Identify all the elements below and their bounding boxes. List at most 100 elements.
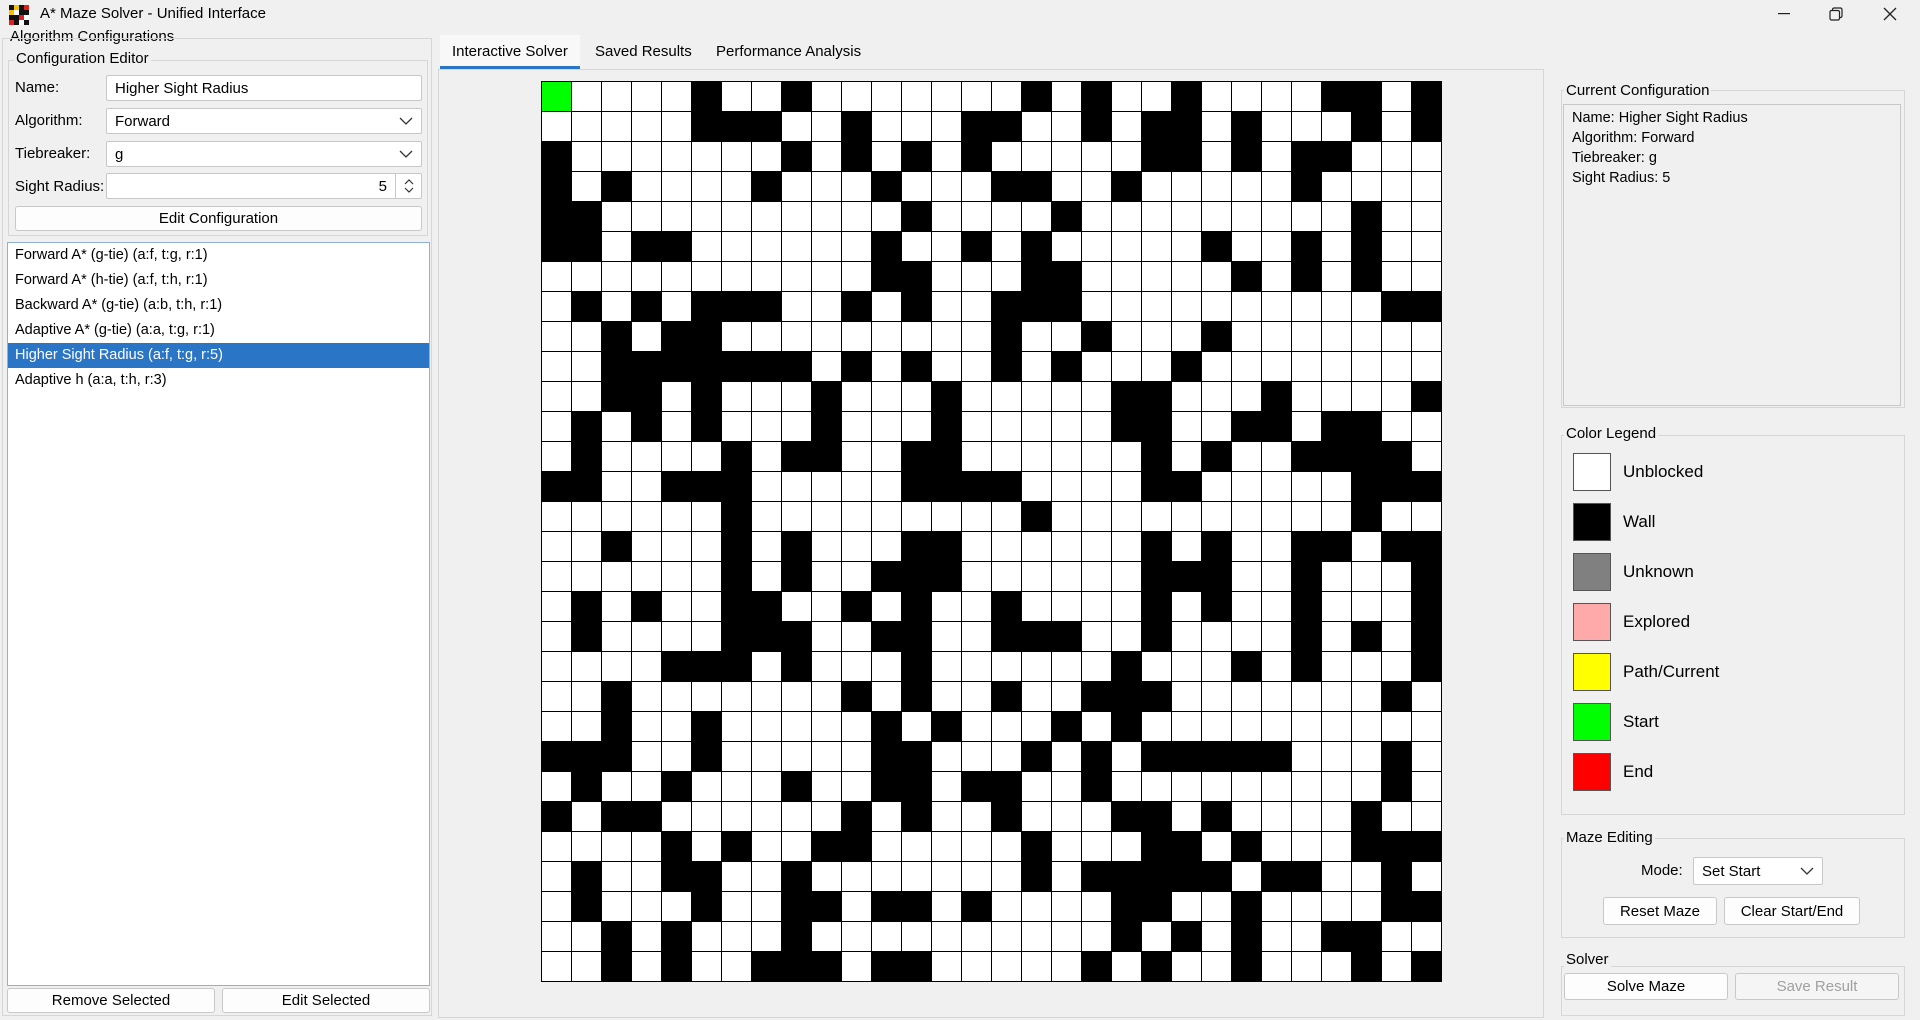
- maze-cell-open[interactable]: [1142, 292, 1171, 321]
- maze-cell-open[interactable]: [1082, 382, 1111, 411]
- maze-cell-open[interactable]: [542, 562, 571, 591]
- maze-cell-wall[interactable]: [992, 112, 1021, 141]
- maze-cell-wall[interactable]: [572, 742, 601, 771]
- maze-cell-open[interactable]: [542, 682, 571, 711]
- maze-cell-open[interactable]: [1052, 742, 1081, 771]
- maze-cell-open[interactable]: [902, 412, 931, 441]
- maze-cell-open[interactable]: [1112, 772, 1141, 801]
- maze-cell-open[interactable]: [1112, 202, 1141, 231]
- maze-cell-open[interactable]: [1112, 322, 1141, 351]
- maze-cell-open[interactable]: [1322, 772, 1351, 801]
- maze-cell-open[interactable]: [1202, 82, 1231, 111]
- maze-cell-open[interactable]: [1352, 682, 1381, 711]
- maze-cell-open[interactable]: [662, 682, 691, 711]
- maze-cell-wall[interactable]: [992, 292, 1021, 321]
- maze-cell-wall[interactable]: [1172, 562, 1201, 591]
- maze-cell-wall[interactable]: [932, 412, 961, 441]
- maze-cell-wall[interactable]: [602, 172, 631, 201]
- maze-cell-wall[interactable]: [1352, 952, 1381, 981]
- maze-cell-open[interactable]: [542, 592, 571, 621]
- maze-cell-wall[interactable]: [722, 472, 751, 501]
- maze-cell-open[interactable]: [932, 622, 961, 651]
- maze-cell-open[interactable]: [1052, 232, 1081, 261]
- maze-cell-open[interactable]: [1322, 292, 1351, 321]
- maze-cell-wall[interactable]: [692, 652, 721, 681]
- maze-cell-open[interactable]: [602, 442, 631, 471]
- maze-cell-open[interactable]: [722, 802, 751, 831]
- maze-cell-wall[interactable]: [572, 892, 601, 921]
- maze-cell-wall[interactable]: [902, 772, 931, 801]
- maze-cell-open[interactable]: [1232, 502, 1261, 531]
- maze-cell-wall[interactable]: [1352, 472, 1381, 501]
- maze-cell-open[interactable]: [1142, 712, 1171, 741]
- maze-cell-wall[interactable]: [872, 772, 901, 801]
- maze-cell-wall[interactable]: [902, 532, 931, 561]
- maze-cell-open[interactable]: [872, 502, 901, 531]
- maze-cell-open[interactable]: [692, 232, 721, 261]
- maze-cell-wall[interactable]: [872, 232, 901, 261]
- maze-cell-open[interactable]: [602, 562, 631, 591]
- maze-cell-open[interactable]: [542, 622, 571, 651]
- maze-cell-open[interactable]: [1052, 592, 1081, 621]
- maze-cell-open[interactable]: [722, 922, 751, 951]
- maze-cell-open[interactable]: [1202, 502, 1231, 531]
- maze-cell-open[interactable]: [872, 802, 901, 831]
- maze-cell-open[interactable]: [632, 652, 661, 681]
- maze-cell-open[interactable]: [722, 322, 751, 351]
- maze-cell-open[interactable]: [662, 742, 691, 771]
- maze-cell-wall[interactable]: [572, 622, 601, 651]
- maze-cell-wall[interactable]: [1142, 532, 1171, 561]
- maze-cell-wall[interactable]: [662, 322, 691, 351]
- maze-cell-open[interactable]: [722, 412, 751, 441]
- maze-cell-open[interactable]: [1202, 172, 1231, 201]
- maze-cell-wall[interactable]: [1112, 382, 1141, 411]
- maze-cell-open[interactable]: [932, 172, 961, 201]
- maze-cell-wall[interactable]: [752, 292, 781, 321]
- maze-cell-wall[interactable]: [1352, 262, 1381, 291]
- maze-cell-wall[interactable]: [1172, 832, 1201, 861]
- maze-cell-open[interactable]: [602, 502, 631, 531]
- maze-cell-open[interactable]: [1082, 472, 1111, 501]
- maze-cell-open[interactable]: [1052, 772, 1081, 801]
- maze-cell-open[interactable]: [1052, 892, 1081, 921]
- maze-cell-wall[interactable]: [1412, 892, 1441, 921]
- maze-cell-open[interactable]: [842, 862, 871, 891]
- maze-cell-open[interactable]: [932, 922, 961, 951]
- maze-cell-open[interactable]: [842, 742, 871, 771]
- maze-cell-open[interactable]: [1112, 442, 1141, 471]
- maze-cell-open[interactable]: [722, 382, 751, 411]
- maze-cell-wall[interactable]: [1382, 832, 1411, 861]
- maze-cell-open[interactable]: [932, 742, 961, 771]
- maze-cell-open[interactable]: [1142, 202, 1171, 231]
- maze-cell-open[interactable]: [932, 892, 961, 921]
- maze-cell-wall[interactable]: [1142, 832, 1171, 861]
- maze-cell-open[interactable]: [1022, 952, 1051, 981]
- maze-cell-open[interactable]: [962, 922, 991, 951]
- maze-cell-open[interactable]: [1412, 322, 1441, 351]
- maze-cell-open[interactable]: [962, 172, 991, 201]
- maze-cell-open[interactable]: [962, 502, 991, 531]
- maze-cell-open[interactable]: [1052, 172, 1081, 201]
- maze-cell-open[interactable]: [962, 202, 991, 231]
- maze-cell-open[interactable]: [842, 472, 871, 501]
- maze-cell-open[interactable]: [812, 622, 841, 651]
- maze-cell-open[interactable]: [1082, 412, 1111, 441]
- maze-cell-wall[interactable]: [602, 382, 631, 411]
- maze-cell-open[interactable]: [1262, 292, 1291, 321]
- maze-cell-wall[interactable]: [1412, 652, 1441, 681]
- maze-cell-open[interactable]: [752, 82, 781, 111]
- maze-cell-open[interactable]: [962, 382, 991, 411]
- maze-cell-wall[interactable]: [1022, 232, 1051, 261]
- maze-cell-open[interactable]: [692, 682, 721, 711]
- maze-cell-wall[interactable]: [572, 412, 601, 441]
- maze-cell-wall[interactable]: [542, 232, 571, 261]
- maze-cell-open[interactable]: [1052, 502, 1081, 531]
- maze-cell-open[interactable]: [1412, 742, 1441, 771]
- maze-cell-wall[interactable]: [1232, 892, 1261, 921]
- maze-cell-wall[interactable]: [992, 592, 1021, 621]
- maze-cell-open[interactable]: [1382, 502, 1411, 531]
- tab-interactive-solver[interactable]: Interactive Solver: [440, 35, 580, 69]
- maze-cell-wall[interactable]: [1232, 112, 1261, 141]
- maze-cell-open[interactable]: [1022, 202, 1051, 231]
- maze-cell-open[interactable]: [752, 772, 781, 801]
